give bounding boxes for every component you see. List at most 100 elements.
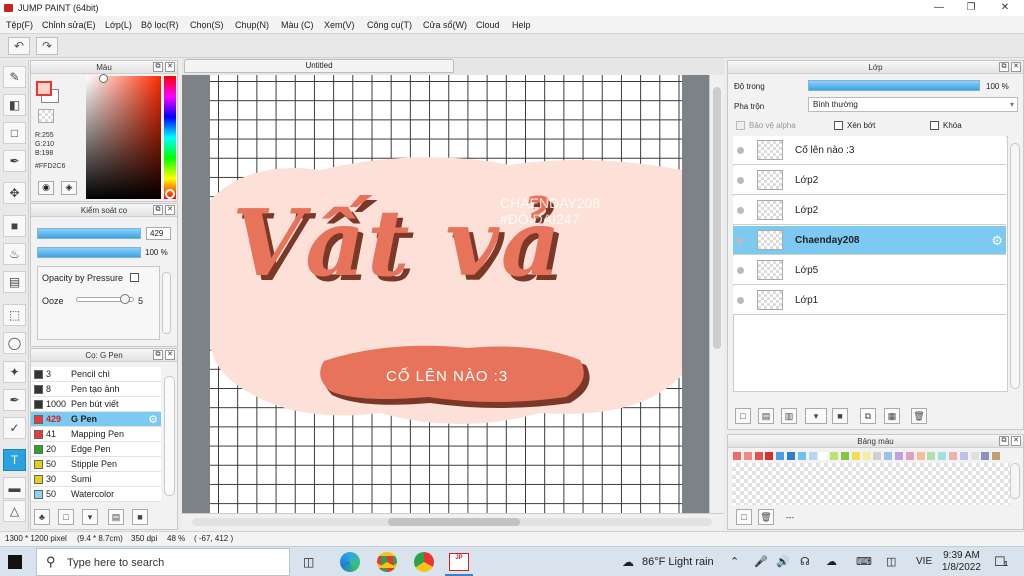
panel-close-icon[interactable]: ✕ [165,205,175,215]
brush-list-item[interactable]: 50 Watercolor [31,487,161,502]
palette-swatch[interactable] [808,452,817,460]
rectangle-tool-icon[interactable]: □ [3,122,26,144]
minimize-icon[interactable]: — [924,0,954,16]
language-icon[interactable]: ◫ [886,555,896,568]
layer-folder-icon[interactable]: ■ [832,408,848,424]
palette-swatch[interactable] [949,452,957,460]
palette-swatch[interactable] [841,452,849,460]
clip-checkbox[interactable] [834,121,843,130]
palette-swatch[interactable] [895,452,903,460]
palette-swatch[interactable] [992,452,1001,460]
lock-checkbox[interactable] [930,121,939,130]
palette-swatch[interactable] [959,452,968,460]
canvas-vertical-scrollbar[interactable] [709,75,724,513]
undo-icon[interactable]: ↶ [8,37,30,55]
text-tool-icon[interactable]: T [3,449,26,471]
vertical-scroll-thumb[interactable] [713,87,721,349]
close-icon[interactable]: ✕ [990,0,1020,16]
brush-tree-icon[interactable]: ♣ [34,509,50,525]
network-icon[interactable]: ☊ [800,555,810,568]
redo-icon[interactable]: ↷ [36,37,58,55]
hue-slider[interactable] [164,76,176,199]
menu-edit[interactable]: Chỉnh sửa(E) [42,20,96,30]
brush-settings-scrollbar[interactable] [162,272,171,334]
palette-swatch[interactable] [862,452,871,460]
palette-swatch[interactable] [776,452,785,460]
palette-picker-icon[interactable]: ◉ [38,181,54,195]
brush-list-item[interactable]: 1000 Pen bút viết [31,397,161,412]
cloud-sync-icon[interactable]: ☁ [826,555,837,568]
layer-visibility-icon[interactable] [737,177,744,184]
layer-row[interactable]: Lớp5 [733,256,1006,285]
opacity-by-pressure-checkbox[interactable] [130,273,139,282]
brush-list-item[interactable]: 429 G Pen ⚙ [31,412,161,427]
menu-capture[interactable]: Chụp(N) [235,20,269,30]
edge-browser-icon[interactable] [340,552,360,572]
palette-swatch[interactable] [873,452,882,460]
canvas-tab[interactable]: Untitled [184,59,454,73]
palette-menu[interactable]: --- [786,513,794,522]
panel-popout-icon[interactable]: ⧉ [153,62,163,72]
palette-swatch[interactable] [916,452,925,460]
select-pen-tool-icon[interactable]: ✒ [3,389,26,411]
eyedropper-icon[interactable]: ◈ [61,181,77,195]
menu-filter[interactable]: Bộ lọc(R) [141,20,179,30]
taskbar-search-box[interactable]: ⚲ Type here to search [36,548,290,576]
protect-alpha-checkbox[interactable] [736,121,745,130]
delete-palette-color-icon[interactable]: 🗑 [758,509,774,525]
color-picker-cursor[interactable] [99,74,108,83]
merge-layer-icon[interactable]: ▦ [884,408,900,424]
panel-close-icon[interactable]: ✕ [1011,62,1021,72]
gradient-tool-icon[interactable]: ▤ [3,271,26,293]
palette-swatch[interactable] [905,452,914,460]
palette-swatch[interactable] [819,452,828,460]
magic-wand-tool-icon[interactable]: ✦ [3,361,26,383]
panel-popout-icon[interactable]: ⧉ [153,205,163,215]
brush-list-item[interactable]: 30 Sumi [31,472,161,487]
select-eraser-tool-icon[interactable]: ✓ [3,417,26,439]
lasso-tool-icon[interactable]: ◯ [3,332,26,354]
weather-icon[interactable]: ☁ [622,555,634,569]
layer-visibility-icon[interactable] [737,267,744,274]
palette-swatch[interactable] [787,452,795,460]
layer-row[interactable]: Lớp2 [733,196,1006,225]
menu-file[interactable]: Tệp(F) [6,20,33,30]
new-layer-8bit-icon[interactable]: ▤ [758,408,774,424]
brush-menu-icon[interactable]: ▾ [82,509,98,525]
layer-visibility-icon[interactable] [737,297,744,304]
speaker-icon[interactable]: 🔊 [776,555,790,568]
layer-row[interactable]: Chaenday208 ⚙ [733,226,1006,255]
delete-layer-icon[interactable]: 🗑 [911,408,927,424]
new-palette-color-icon[interactable]: □ [736,509,752,525]
menu-window[interactable]: Cửa sổ(W) [423,20,467,30]
line-tool-icon[interactable]: ▬ [3,477,26,499]
jump-paint-taskbar-icon[interactable]: JP [449,553,469,571]
brush-list-scrollbar[interactable] [164,376,175,496]
layer-visibility-icon[interactable] [737,237,744,244]
layer-opacity-slider[interactable] [808,80,980,91]
palette-scrollbar[interactable] [1010,463,1020,499]
panel-close-icon[interactable]: ✕ [1011,436,1021,446]
panel-close-icon[interactable]: ✕ [165,350,175,360]
brush-tool-icon[interactable]: ✒ [3,150,26,172]
palette-swatch[interactable] [830,452,839,460]
task-view-icon[interactable]: ◫ [303,555,314,569]
brush-opacity-slider[interactable] [37,247,141,258]
hue-slider-handle[interactable] [165,189,175,199]
fill-drop-tool-icon[interactable]: △ [3,500,26,522]
brush-list-item[interactable]: 3 Pencil chì [31,367,161,382]
windows-start-icon[interactable] [8,555,22,569]
brush-copy-icon[interactable]: ▤ [108,509,124,525]
palette-swatch[interactable] [765,452,774,460]
chrome-browser-icon[interactable] [377,552,397,572]
rect-select-tool-icon[interactable]: ⬚ [3,304,26,326]
palette-swatch[interactable] [938,452,947,460]
palette-swatch[interactable] [754,452,763,460]
add-layer-menu-icon[interactable]: ▾ [805,408,827,424]
gear-icon[interactable]: ⚙ [148,413,158,426]
menu-help[interactable]: Help [512,20,531,30]
panel-popout-icon[interactable]: ⧉ [999,62,1009,72]
duplicate-layer-icon[interactable]: ⧉ [860,408,876,424]
transparent-color-swatch[interactable] [38,109,54,123]
eraser-tool-icon[interactable]: ◧ [3,94,26,116]
